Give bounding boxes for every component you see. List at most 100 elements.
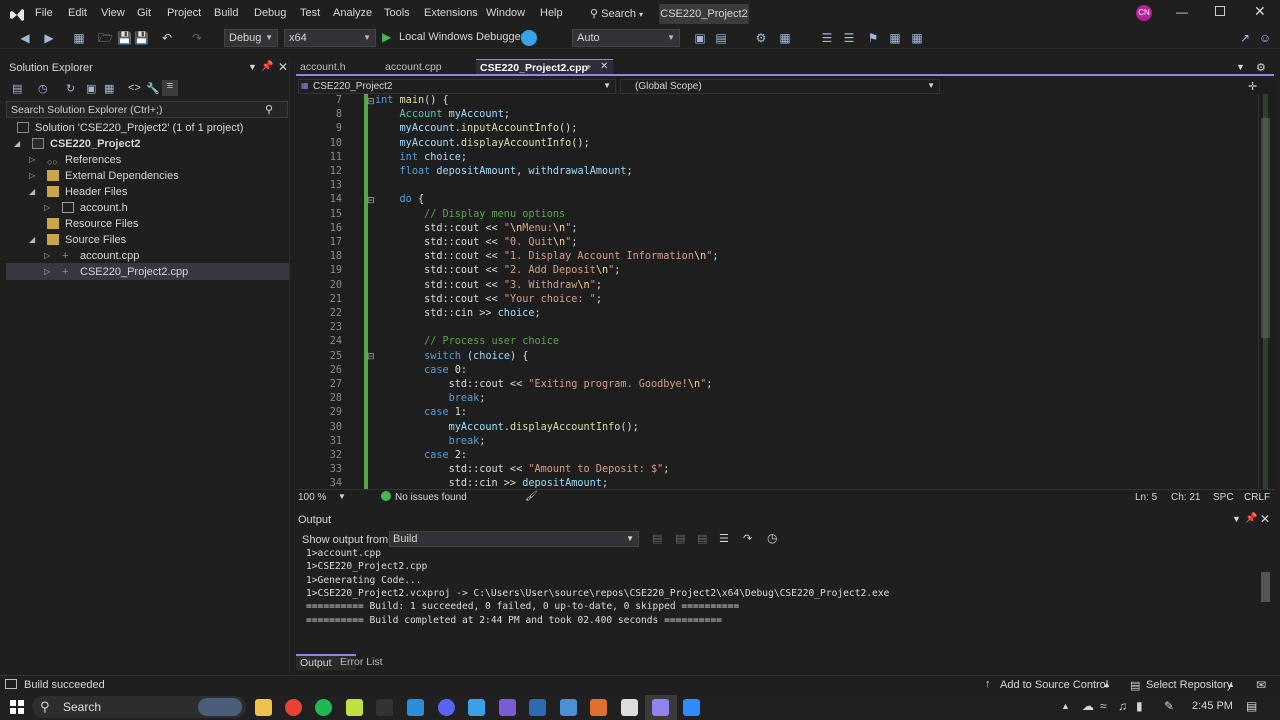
code-line[interactable]: int main() { [375, 95, 449, 106]
hot-reload-icon[interactable] [521, 30, 537, 46]
chevron-up-icon[interactable]: ▲ [1227, 680, 1235, 689]
code-line[interactable]: myAccount.displayAccountInfo(); [375, 138, 590, 149]
configuration-dropdown[interactable]: Debug ▼ [224, 29, 278, 47]
redo-icon[interactable]: ↷ [190, 31, 204, 45]
menu-item-debug[interactable]: Debug [254, 7, 286, 19]
notification-center-icon[interactable]: ▤ [1246, 699, 1257, 713]
auto-dropdown[interactable]: Auto ▼ [572, 29, 680, 47]
pin-icon[interactable]: 📌 [261, 61, 273, 72]
code-view-icon[interactable]: <> [128, 82, 141, 94]
app-icon[interactable] [346, 699, 363, 716]
restore-icon[interactable] [1215, 6, 1225, 16]
file-explorer-icon[interactable] [255, 699, 272, 716]
back-icon[interactable]: ◀ [18, 31, 32, 45]
active-tab[interactable]: CSE220_Project2.cpp ⌖ ✕ [476, 59, 613, 76]
code-line[interactable]: break; [375, 393, 486, 404]
code-line[interactable]: // Display menu options [375, 209, 565, 220]
open-folder-icon[interactable]: 🗁 [98, 31, 113, 45]
chevron-up-icon[interactable]: ▲ [1103, 680, 1111, 689]
code-line[interactable]: std::cout << "Exiting program. Goodbye!\… [375, 379, 713, 390]
close-tab-icon[interactable]: ✕ [600, 61, 608, 72]
toolbar-tool-icon[interactable]: ▤ [714, 31, 728, 45]
avatar[interactable]: CN [1136, 5, 1152, 21]
taskbar-search-box[interactable]: ⚲ Search [32, 696, 246, 718]
close-icon[interactable]: ✕ [1254, 3, 1266, 20]
app-icon[interactable] [376, 699, 393, 716]
pen-icon[interactable]: ✎ [1164, 699, 1174, 713]
pin-icon[interactable]: ⌖ [586, 62, 591, 73]
fold-icon[interactable]: ⊟ [367, 96, 375, 107]
split-view-icon[interactable]: ✛ [1248, 80, 1257, 93]
tab-error-list[interactable]: Error List [340, 656, 383, 668]
settings-icon[interactable]: ⚙ [1256, 61, 1266, 74]
debugger-target-button[interactable]: Local Windows Debugger [399, 31, 524, 43]
tree-item-account-cpp[interactable]: ▷ + account.cpp [44, 248, 139, 264]
battery-icon[interactable]: ▮ [1136, 699, 1143, 713]
zoom-icon[interactable] [683, 699, 700, 716]
issues-status[interactable]: No issues found [395, 492, 467, 503]
prev-message-icon[interactable]: ▤ [652, 532, 662, 545]
undo-icon[interactable]: ↶ [160, 31, 174, 45]
share-icon[interactable]: ↗ [1238, 31, 1252, 45]
line-ending-indicator[interactable]: CRLF [1244, 492, 1270, 503]
code-line[interactable]: std::cout << "1. Display Account Informa… [375, 251, 718, 262]
code-line[interactable]: myAccount.displayAccountInfo(); [375, 422, 639, 433]
toolbar-tool-icon[interactable]: ☰ [842, 31, 856, 45]
menu-item-tools[interactable]: Tools [384, 7, 410, 19]
code-line[interactable]: std::cout << "Amount to Deposit: $"; [375, 464, 670, 475]
select-repository-button[interactable]: Select Repository [1146, 679, 1232, 691]
code-line[interactable]: std::cout << "3. Withdraw\n"; [375, 280, 602, 291]
code-line[interactable]: break; [375, 436, 486, 447]
code-line[interactable]: Account myAccount; [375, 109, 510, 120]
minimize-icon[interactable]: — [1176, 5, 1188, 19]
spotify-icon[interactable] [315, 699, 332, 716]
tree-item-header-files[interactable]: ◢ Header Files [29, 184, 127, 200]
menu-item-build[interactable]: Build [214, 7, 238, 19]
menu-item-window[interactable]: Window [486, 7, 525, 19]
tree-item-source-files[interactable]: ◢ Source Files [29, 232, 126, 248]
panel-menu-icon[interactable]: ▼ [1232, 514, 1241, 524]
word-wrap-icon[interactable]: ↷ [743, 532, 752, 545]
menu-item-help[interactable]: Help [540, 7, 563, 19]
menu-item-extensions[interactable]: Extensions [424, 7, 478, 19]
code-line[interactable]: // Process user choice [375, 336, 559, 347]
code-line[interactable]: float depositAmount, withdrawalAmount; [375, 166, 633, 177]
tree-item-cse220-project2-cpp[interactable]: ▷ + CSE220_Project2.cpp [44, 264, 188, 280]
pin-icon[interactable]: 📌 [1245, 513, 1257, 524]
toolbar-tool-icon[interactable]: ▣ [693, 31, 707, 45]
clock[interactable]: 2:45 PM [1192, 700, 1233, 712]
history-icon[interactable]: ◷ [38, 82, 48, 95]
menu-item-analyze[interactable]: Analyze [333, 7, 372, 19]
tree-item-account-h[interactable]: ▷ account.h [44, 200, 128, 216]
app-icon[interactable] [468, 699, 485, 716]
feedback-icon[interactable]: ☺ [1258, 31, 1272, 45]
chrome-icon[interactable] [285, 699, 302, 716]
solution-search-input[interactable]: Search Solution Explorer (Ctrl+;) ⚲ [6, 101, 288, 118]
volume-icon[interactable]: ♫ [1118, 699, 1127, 713]
close-icon[interactable]: ✕ [278, 60, 288, 74]
timestamp-icon[interactable]: ◷ [767, 531, 777, 545]
tree-item-references[interactable]: ▷ ○○ References [29, 152, 121, 168]
app-icon[interactable] [407, 699, 424, 716]
cloud-icon[interactable]: ☁ [1082, 699, 1094, 713]
code-line[interactable]: case 1: [375, 407, 467, 418]
code-line[interactable]: std::cout << "2. Add Deposit\n"; [375, 265, 620, 276]
project-node[interactable]: ◢ CSE220_Project2 [14, 136, 141, 152]
toolbar-tool-icon[interactable]: ⚙ [754, 31, 768, 45]
project-nav-dropdown[interactable]: ▦ CSE220_Project2 ▼ [298, 79, 616, 94]
code-line[interactable]: myAccount.inputAccountInfo(); [375, 123, 578, 134]
windows-start-icon[interactable] [10, 700, 24, 714]
output-source-dropdown[interactable]: Build ▼ [389, 531, 639, 547]
column-indicator[interactable]: Ch: 21 [1171, 492, 1200, 503]
bookmark-icon[interactable]: ⚑ [866, 31, 880, 45]
properties-icon[interactable]: 🔧 [146, 82, 160, 95]
code-line[interactable]: int choice; [375, 152, 468, 163]
code-line[interactable]: switch (choice) { [375, 351, 528, 362]
sync-icon[interactable]: ▤ [12, 82, 22, 95]
search-menu[interactable]: ⚲ Search ▾ [590, 7, 643, 20]
forward-icon[interactable]: ▶ [42, 31, 56, 45]
tab-account-cpp[interactable]: account.cpp [385, 61, 442, 75]
chevron-up-icon[interactable]: ▲ [1061, 701, 1070, 711]
fold-icon[interactable]: ⊟ [367, 351, 375, 362]
scrollbar-thumb[interactable] [1261, 572, 1270, 602]
